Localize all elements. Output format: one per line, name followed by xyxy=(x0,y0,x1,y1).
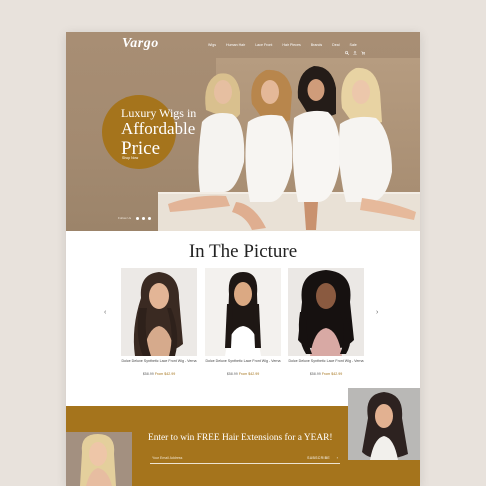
instagram-icon[interactable] xyxy=(142,216,146,220)
arrow-right-icon[interactable]: › xyxy=(337,455,338,460)
nav-item-wigs[interactable]: Wigs xyxy=(208,43,216,47)
old-price: $58.99 xyxy=(226,372,238,376)
product-card[interactable]: Dolce Deluxe Synthetic Lace Front Wig - … xyxy=(205,268,281,380)
subscribe-title: Enter to win FREE Hair Extensions for a … xyxy=(148,433,333,443)
facebook-icon[interactable] xyxy=(136,216,140,220)
shop-now-link[interactable]: Shop Now xyxy=(122,156,138,160)
nav-item-brands[interactable]: Brands xyxy=(311,43,322,47)
old-price: $58.99 xyxy=(309,372,321,376)
sale-price: From $42.99 xyxy=(238,372,260,376)
subscribe-model-left-image xyxy=(66,432,132,486)
main-nav: Wigs Human Hair Lace Front Hair Pieces B… xyxy=(208,43,357,47)
social-label: Follow Us xyxy=(118,216,132,220)
product-image[interactable] xyxy=(288,268,364,356)
nav-item-deal[interactable]: Deal xyxy=(332,43,339,47)
product-card[interactable]: Dolce Deluxe Synthetic Lace Front Wig - … xyxy=(121,268,197,380)
twitter-icon[interactable] xyxy=(148,216,152,220)
subscribe-model-right-image xyxy=(348,388,420,460)
email-field[interactable]: Your Email Address SUBSCRIBE › xyxy=(150,454,340,464)
nav-item-human-hair[interactable]: Human Hair xyxy=(226,43,245,47)
hero-banner: Vargo Wigs Human Hair Lace Front Hair Pi… xyxy=(66,32,420,231)
product-name[interactable]: Dolce Deluxe Synthetic Lace Front Wig - … xyxy=(288,359,364,364)
sale-price: From $42.99 xyxy=(321,372,343,376)
product-card[interactable]: Dolce Deluxe Synthetic Lace Front Wig - … xyxy=(288,268,364,380)
old-price: $58.99 xyxy=(142,372,154,376)
nav-item-lace-front[interactable]: Lace Front xyxy=(255,43,272,47)
page: Vargo Wigs Human Hair Lace Front Hair Pi… xyxy=(66,32,420,486)
nav-item-hair-pieces[interactable]: Hair Pieces xyxy=(282,43,300,47)
product-price: $58.99 From $42.99 xyxy=(205,372,281,376)
hero-models-image xyxy=(168,66,416,230)
sale-price: From $42.99 xyxy=(154,372,176,376)
subscribe-button[interactable]: SUBSCRIBE xyxy=(307,456,330,460)
social-links: Follow Us xyxy=(118,216,152,220)
cart-icon[interactable] xyxy=(361,42,366,55)
brand-logo[interactable]: Vargo xyxy=(122,36,159,52)
section-title: In The Picture xyxy=(188,241,298,262)
product-name[interactable]: Dolce Deluxe Synthetic Lace Front Wig - … xyxy=(121,359,197,364)
product-name[interactable]: Dolce Deluxe Synthetic Lace Front Wig - … xyxy=(205,359,281,364)
promo-line2: Affordable xyxy=(121,119,196,138)
account-icon[interactable] xyxy=(353,42,357,56)
email-placeholder[interactable]: Your Email Address xyxy=(152,456,182,460)
carousel-prev-icon[interactable]: ‹ xyxy=(104,309,106,316)
product-price: $58.99 From $42.99 xyxy=(121,372,197,376)
search-icon[interactable] xyxy=(345,42,349,55)
nav-icons xyxy=(345,42,366,56)
product-image[interactable] xyxy=(121,268,197,356)
product-price: $58.99 From $42.99 xyxy=(288,372,364,376)
carousel-next-icon[interactable]: › xyxy=(376,309,378,316)
product-image[interactable] xyxy=(205,268,281,356)
